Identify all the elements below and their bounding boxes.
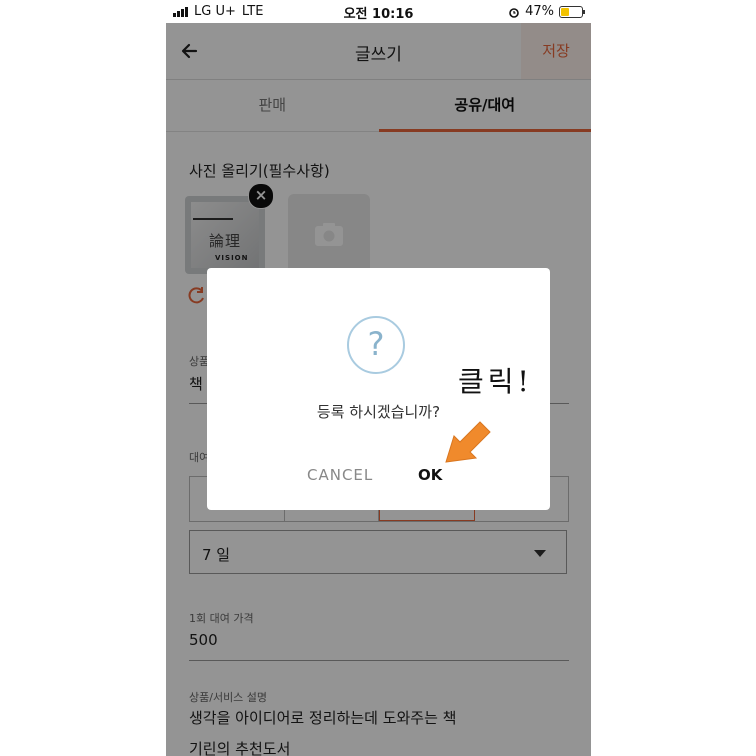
alarm-icon xyxy=(509,7,519,18)
battery-percent: 47% xyxy=(525,4,554,19)
click-annotation: 클릭! xyxy=(458,365,533,398)
question-icon: ? xyxy=(347,316,405,374)
dialog-message: 등록 하시겠습니까? xyxy=(316,403,441,421)
status-bar: LG U+ LTE 오전 10:16 47% xyxy=(166,0,591,23)
status-right: 47% xyxy=(508,4,585,19)
battery-icon xyxy=(559,5,585,18)
ok-button[interactable]: OK xyxy=(418,466,442,484)
pointer-arrow-icon xyxy=(445,421,491,463)
cancel-button[interactable]: CANCEL xyxy=(307,466,373,484)
